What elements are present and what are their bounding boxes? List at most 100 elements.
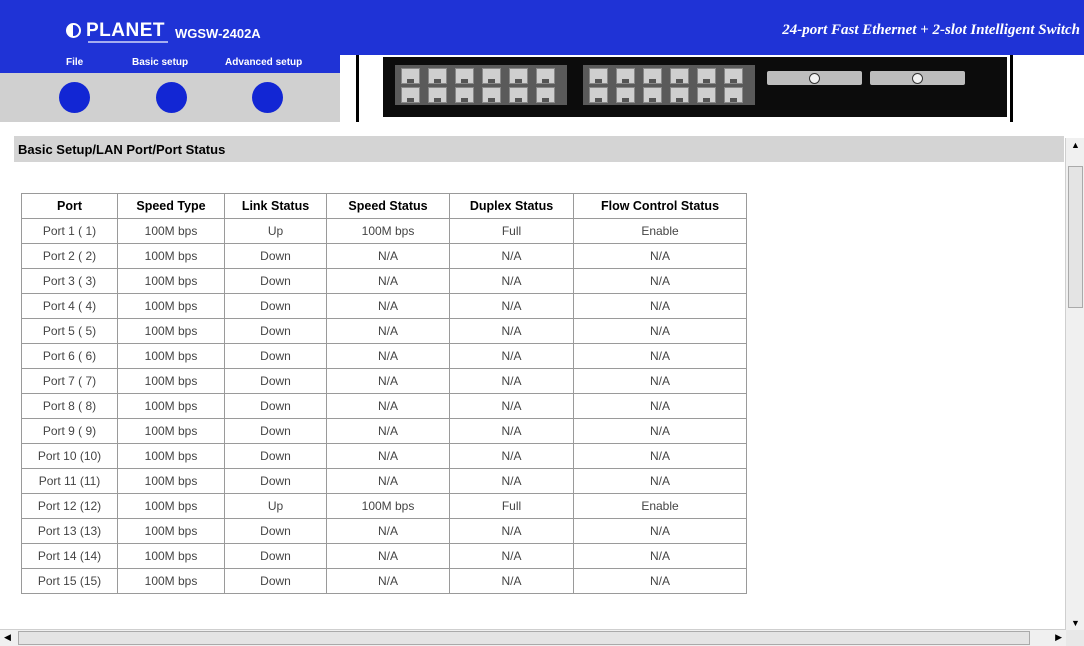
table-cell: N/A	[326, 418, 450, 444]
table-cell: N/A	[326, 268, 450, 294]
table-cell: Down	[224, 368, 327, 394]
table-cell: Port 2 ( 2)	[21, 243, 118, 269]
table-cell: 100M bps	[117, 243, 225, 269]
slot-1-port-icon	[809, 73, 820, 84]
logo-underline	[88, 41, 168, 43]
table-cell: 100M bps	[117, 318, 225, 344]
scroll-thumb[interactable]	[18, 631, 1030, 645]
port-group-1-12	[395, 65, 567, 105]
table-row: Port 12 (12) 100M bps Up 100M bps Full Enable	[21, 493, 747, 519]
table-cell: N/A	[449, 543, 574, 569]
arrow-up-icon[interactable]: ▲	[1071, 140, 1080, 150]
table-cell: Port 13 (13)	[21, 518, 118, 544]
horizontal-scrollbar[interactable]: ◀ ▶	[0, 629, 1066, 646]
table-cell: Port 3 ( 3)	[21, 268, 118, 294]
table-cell: N/A	[326, 568, 450, 594]
table-cell: Port 5 ( 5)	[21, 318, 118, 344]
table-cell: N/A	[449, 368, 574, 394]
divider	[356, 55, 359, 122]
table-row: Port 8 ( 8) 100M bps Down N/A N/A N/A	[21, 393, 747, 419]
table-cell: Down	[224, 318, 327, 344]
table-cell: N/A	[573, 443, 747, 469]
table-cell: 100M bps	[326, 218, 450, 244]
table-cell: N/A	[326, 518, 450, 544]
header-bar: PLANET WGSW-2402A 24-port Fast Ethernet …	[0, 0, 1084, 55]
table-cell: 100M bps	[117, 268, 225, 294]
column-header-port: Port	[21, 193, 118, 219]
table-cell: N/A	[573, 393, 747, 419]
table-cell: N/A	[573, 268, 747, 294]
table-cell: Port 4 ( 4)	[21, 293, 118, 319]
product-tagline: 24-port Fast Ethernet + 2-slot Intellige…	[782, 22, 1080, 38]
table-cell: N/A	[449, 418, 574, 444]
table-row: Port 1 ( 1) 100M bps Up 100M bps Full Enable	[21, 218, 747, 244]
table-cell: N/A	[326, 293, 450, 319]
table-cell: 100M bps	[117, 418, 225, 444]
ethernet-port-icon	[509, 68, 528, 84]
ethernet-port-icon	[643, 87, 662, 103]
table-cell: N/A	[573, 568, 747, 594]
arrow-down-icon[interactable]: ▼	[1071, 618, 1080, 628]
arrow-left-icon[interactable]: ◀	[4, 632, 11, 643]
planet-logo-icon	[66, 23, 81, 38]
table-cell: 100M bps	[326, 493, 450, 519]
table-row: Port 6 ( 6) 100M bps Down N/A N/A N/A	[21, 343, 747, 369]
module-slot-1[interactable]	[767, 71, 862, 85]
table-cell: Port 11 (11)	[21, 468, 118, 494]
table-cell: Down	[224, 393, 327, 419]
module-slot-2[interactable]	[870, 71, 965, 85]
table-cell: N/A	[449, 468, 574, 494]
ethernet-port-icon	[616, 68, 635, 84]
table-header-row: Port Speed Type Link Status Speed Status…	[21, 193, 747, 219]
table-row: Port 2 ( 2) 100M bps Down N/A N/A N/A	[21, 243, 747, 269]
port-status-table: Port Speed Type Link Status Speed Status…	[21, 193, 747, 594]
scroll-thumb[interactable]	[1068, 166, 1083, 308]
table-cell: Down	[224, 293, 327, 319]
port-group-13-24	[583, 65, 755, 105]
divider	[1010, 55, 1013, 122]
file-button[interactable]	[59, 82, 90, 113]
menu-item-advanced-setup[interactable]: Advanced setup	[225, 57, 302, 68]
table-cell: 100M bps	[117, 293, 225, 319]
table-cell: N/A	[449, 293, 574, 319]
table-cell: 100M bps	[117, 443, 225, 469]
advanced-setup-button[interactable]	[252, 82, 283, 113]
ethernet-port-icon	[616, 87, 635, 103]
menu-item-basic-setup[interactable]: Basic setup	[132, 57, 188, 68]
content-area: Basic Setup/LAN Port/Port Status Port Sp…	[0, 122, 1084, 646]
table-cell: N/A	[326, 318, 450, 344]
table-cell: 100M bps	[117, 543, 225, 569]
table-cell: Down	[224, 543, 327, 569]
table-cell: N/A	[449, 318, 574, 344]
vertical-scrollbar[interactable]: ▲ ▼	[1065, 138, 1084, 630]
table-cell: N/A	[326, 443, 450, 469]
table-cell: Port 6 ( 6)	[21, 343, 118, 369]
ethernet-port-icon	[670, 68, 689, 84]
table-cell: N/A	[326, 368, 450, 394]
table-cell: 100M bps	[117, 568, 225, 594]
table-cell: N/A	[326, 543, 450, 569]
ethernet-port-icon	[401, 87, 420, 103]
column-header-speed-status: Speed Status	[326, 193, 450, 219]
table-cell: N/A	[449, 343, 574, 369]
ethernet-port-icon	[536, 68, 555, 84]
table-cell: N/A	[326, 343, 450, 369]
table-cell: Full	[449, 493, 574, 519]
menu-item-file[interactable]: File	[66, 57, 83, 68]
table-cell: N/A	[573, 318, 747, 344]
ethernet-port-icon	[428, 68, 447, 84]
table-cell: 100M bps	[117, 468, 225, 494]
table-row: Port 7 ( 7) 100M bps Down N/A N/A N/A	[21, 368, 747, 394]
table-cell: Down	[224, 568, 327, 594]
table-cell: Port 9 ( 9)	[21, 418, 118, 444]
table-cell: N/A	[449, 568, 574, 594]
table-cell: N/A	[326, 243, 450, 269]
table-cell: 100M bps	[117, 493, 225, 519]
ethernet-port-icon	[670, 87, 689, 103]
basic-setup-button[interactable]	[156, 82, 187, 113]
table-row: Port 14 (14) 100M bps Down N/A N/A N/A	[21, 543, 747, 569]
switch-front-panel	[383, 57, 1007, 117]
table-cell: N/A	[326, 468, 450, 494]
arrow-right-icon[interactable]: ▶	[1055, 632, 1062, 643]
table-cell: N/A	[573, 368, 747, 394]
